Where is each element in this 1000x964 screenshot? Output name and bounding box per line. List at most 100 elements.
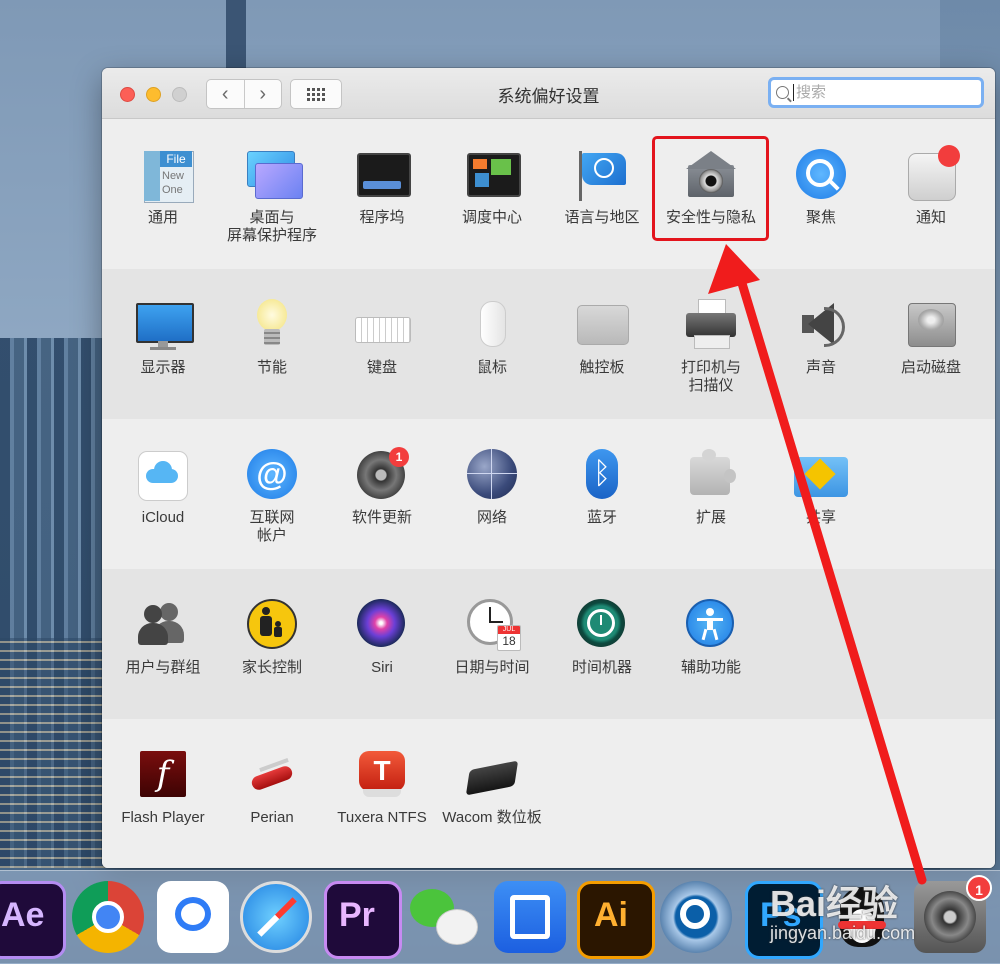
- pane-sharing[interactable]: 共享: [766, 449, 876, 527]
- clock-calendar-icon: JUL 18: [465, 599, 521, 653]
- pane-label: 鼠标: [476, 359, 507, 376]
- pane-notifications[interactable]: 通知: [876, 145, 986, 227]
- pane-extensions[interactable]: 扩展: [656, 449, 766, 527]
- pane-siri[interactable]: Siri: [327, 599, 437, 677]
- pane-startup-disk[interactable]: 启动磁盘: [876, 299, 986, 377]
- pane-label: 触控板: [579, 359, 625, 376]
- pane-label: 共享: [805, 509, 836, 526]
- dock: Ae Pr Ai Ps 1 Bai经验 jingyan.baidu.com: [0, 870, 1000, 964]
- pane-label: Siri: [371, 659, 393, 676]
- bluetooth-icon: ᛒ: [575, 449, 629, 503]
- dock-icon: [355, 149, 411, 203]
- siri-icon: [355, 599, 409, 653]
- update-badge: 1: [389, 447, 409, 467]
- section-hardware: 显示器 节能 键盘 鼠标 触控板 打印机与 扫描仪 声音 启动磁盘: [102, 269, 995, 420]
- at-icon: @: [245, 449, 299, 503]
- pane-printers-scanners[interactable]: 打印机与 扫描仪: [656, 299, 766, 395]
- pane-dock[interactable]: 程序坞: [327, 149, 437, 227]
- keyboard-icon: [355, 299, 411, 353]
- accessibility-icon: [684, 599, 738, 653]
- pane-energy-saver[interactable]: 节能: [217, 299, 327, 377]
- search-field[interactable]: [768, 77, 984, 108]
- pane-general[interactable]: File New One 通用: [108, 149, 218, 227]
- pane-label: 打印机与 扫描仪: [680, 359, 741, 394]
- general-file-text: File: [160, 151, 192, 167]
- pane-label: 键盘: [366, 359, 397, 376]
- pane-bluetooth[interactable]: ᛒ 蓝牙: [547, 449, 657, 527]
- pane-label: 互联网 帐户: [249, 509, 295, 544]
- network-globe-icon: [465, 449, 519, 503]
- pane-language-region[interactable]: 语言与地区: [547, 149, 657, 227]
- dock-illustrator[interactable]: Ai: [577, 881, 655, 959]
- time-machine-icon: [575, 599, 629, 653]
- search-input[interactable]: [793, 84, 946, 101]
- perian-knife-icon: [245, 749, 299, 803]
- pane-tuxera-ntfs[interactable]: T Tuxera NTFS: [327, 749, 437, 827]
- calendar-day: 18: [502, 634, 516, 648]
- pane-flash-player[interactable]: f Flash Player: [108, 749, 218, 827]
- pane-label: Perian: [250, 809, 294, 826]
- display-icon: [136, 299, 194, 353]
- dock-baidu-netdisk[interactable]: [157, 881, 229, 953]
- pane-label: 通用: [147, 209, 178, 226]
- pane-software-update[interactable]: 1 软件更新: [327, 447, 437, 527]
- speaker-icon: [794, 299, 848, 353]
- pane-accessibility[interactable]: 辅助功能: [656, 599, 766, 677]
- sharing-folder-icon: [794, 449, 848, 503]
- general-one-text: One: [162, 184, 183, 196]
- pane-date-time[interactable]: JUL 18 日期与时间: [437, 599, 547, 677]
- users-icon: [136, 599, 190, 653]
- puzzle-icon: [684, 449, 738, 503]
- trackpad-icon: [575, 299, 629, 353]
- pane-label: 启动磁盘: [900, 359, 961, 376]
- baidu-cloud-icon: [175, 897, 211, 931]
- search-icon: [776, 86, 789, 99]
- section-system: 用户与群组 家长控制 Siri JUL 18 日期与时间 时间机器 辅助功能: [102, 569, 995, 720]
- pane-icloud[interactable]: iCloud: [108, 449, 218, 527]
- tuxera-icon: T: [355, 749, 409, 803]
- pane-spotlight[interactable]: 聚焦: [766, 149, 876, 227]
- pane-label: Wacom 数位板: [442, 809, 542, 826]
- flash-player-icon: f: [136, 749, 190, 803]
- pane-parental-controls[interactable]: 家长控制: [217, 599, 327, 677]
- quicktime-icon: [680, 899, 710, 929]
- dock-chrome[interactable]: [72, 881, 144, 953]
- pane-label: 语言与地区: [564, 209, 640, 226]
- pane-mission-control[interactable]: 调度中心: [437, 149, 547, 227]
- background-city-lights: [0, 638, 110, 868]
- pane-label: 网络: [476, 509, 507, 526]
- pane-label: 节能: [256, 359, 287, 376]
- spotlight-icon: [794, 149, 848, 203]
- dock-video-app[interactable]: [494, 881, 566, 953]
- pane-sound[interactable]: 声音: [766, 299, 876, 377]
- pane-label: 扩展: [695, 509, 726, 526]
- pane-label: 通知: [915, 209, 946, 226]
- pane-label: 用户与群组: [125, 659, 201, 676]
- compass-icon: [257, 897, 297, 937]
- pane-time-machine[interactable]: 时间机器: [547, 599, 657, 677]
- desktop-screensaver-icon: [245, 149, 303, 203]
- pane-label: 辅助功能: [680, 659, 741, 676]
- pane-label: iCloud: [141, 509, 185, 526]
- film-icon: [510, 895, 550, 939]
- pane-keyboard[interactable]: 键盘: [327, 299, 437, 377]
- dock-safari[interactable]: [240, 881, 312, 953]
- pane-perian[interactable]: Perian: [217, 749, 327, 827]
- pane-desktop-screensaver[interactable]: 桌面与 屏幕保护程序: [217, 149, 327, 245]
- pane-label: 聚焦: [805, 209, 836, 226]
- dock-wechat[interactable]: [408, 881, 480, 953]
- dock-after-effects[interactable]: Ae: [0, 881, 66, 959]
- pane-displays[interactable]: 显示器: [108, 299, 218, 377]
- pane-trackpad[interactable]: 触控板: [547, 299, 657, 377]
- icloud-icon: [136, 449, 190, 503]
- pane-network[interactable]: 网络: [437, 449, 547, 527]
- pane-label: 声音: [805, 359, 836, 376]
- pane-internet-accounts[interactable]: @ 互联网 帐户: [217, 449, 327, 545]
- chrome-icon: [92, 901, 124, 933]
- dock-quicktime[interactable]: [660, 881, 732, 953]
- dock-premiere[interactable]: Pr: [324, 881, 402, 959]
- pane-mouse[interactable]: 鼠标: [437, 299, 547, 377]
- pane-wacom-tablet[interactable]: Wacom 数位板: [437, 749, 547, 827]
- notifications-icon: [904, 145, 960, 203]
- pane-users-groups[interactable]: 用户与群组: [108, 599, 218, 677]
